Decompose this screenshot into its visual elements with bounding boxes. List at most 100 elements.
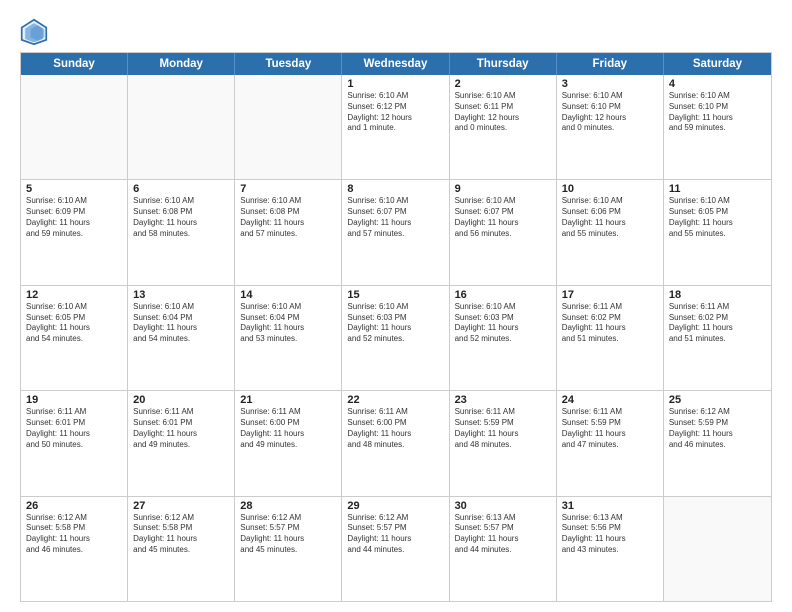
calendar-empty-cell [235,75,342,179]
day-number: 22 [347,394,443,406]
day-number: 19 [26,394,122,406]
day-number: 5 [26,183,122,195]
day-info: Sunrise: 6:12 AM Sunset: 5:57 PM Dayligh… [347,513,443,556]
calendar: SundayMondayTuesdayWednesdayThursdayFrid… [20,52,772,602]
day-info: Sunrise: 6:13 AM Sunset: 5:57 PM Dayligh… [455,513,551,556]
day-info: Sunrise: 6:11 AM Sunset: 6:01 PM Dayligh… [133,407,229,450]
calendar-day-21: 21Sunrise: 6:11 AM Sunset: 6:00 PM Dayli… [235,391,342,495]
day-info: Sunrise: 6:10 AM Sunset: 6:07 PM Dayligh… [455,196,551,239]
calendar-day-3: 3Sunrise: 6:10 AM Sunset: 6:10 PM Daylig… [557,75,664,179]
calendar-day-5: 5Sunrise: 6:10 AM Sunset: 6:09 PM Daylig… [21,180,128,284]
day-info: Sunrise: 6:10 AM Sunset: 6:11 PM Dayligh… [455,91,551,134]
calendar-day-2: 2Sunrise: 6:10 AM Sunset: 6:11 PM Daylig… [450,75,557,179]
header-day-thursday: Thursday [450,53,557,75]
day-number: 11 [669,183,766,195]
calendar-day-31: 31Sunrise: 6:13 AM Sunset: 5:56 PM Dayli… [557,497,664,601]
day-info: Sunrise: 6:11 AM Sunset: 6:01 PM Dayligh… [26,407,122,450]
calendar-row-5: 26 Sunrise: 6:12 AM Sunset: 5:58 PM Dayli… [21,497,771,601]
day-number: 7 [240,183,336,195]
calendar-day-13: 13Sunrise: 6:10 AM Sunset: 6:04 PM Dayli… [128,286,235,390]
calendar-day-15: 15Sunrise: 6:10 AM Sunset: 6:03 PM Dayli… [342,286,449,390]
logo [20,18,52,46]
calendar-day-27: 27Sunrise: 6:12 AM Sunset: 5:58 PM Dayli… [128,497,235,601]
day-info: Sunrise: 6:12 AM Sunset: 5:57 PM Dayligh… [240,513,336,556]
calendar-day-29: 29Sunrise: 6:12 AM Sunset: 5:57 PM Dayli… [342,497,449,601]
header-day-wednesday: Wednesday [342,53,449,75]
day-number: 12 [26,289,122,301]
day-info: Sunrise: 6:10 AM Sunset: 6:10 PM Dayligh… [562,91,658,134]
day-number: 27 [133,500,229,512]
day-number: 21 [240,394,336,406]
header-day-tuesday: Tuesday [235,53,342,75]
day-number: 17 [562,289,658,301]
day-info: Sunrise: 6:10 AM Sunset: 6:06 PM Dayligh… [562,196,658,239]
day-info: Sunrise: 6:11 AM Sunset: 6:02 PM Dayligh… [562,302,658,345]
day-number: 1 [347,78,443,90]
day-info: Sunrise: 6:11 AM Sunset: 6:02 PM Dayligh… [669,302,766,345]
calendar-day-16: 16Sunrise: 6:10 AM Sunset: 6:03 PM Dayli… [450,286,557,390]
day-info: Sunrise: 6:12 AM Sunset: 5:59 PM Dayligh… [669,407,766,450]
calendar-day-11: 11Sunrise: 6:10 AM Sunset: 6:05 PM Dayli… [664,180,771,284]
calendar-day-4: 4Sunrise: 6:10 AM Sunset: 6:10 PM Daylig… [664,75,771,179]
calendar-day-25: 25Sunrise: 6:12 AM Sunset: 5:59 PM Dayli… [664,391,771,495]
calendar-day-6: 6Sunrise: 6:10 AM Sunset: 6:08 PM Daylig… [128,180,235,284]
day-number: 20 [133,394,229,406]
day-info: Sunrise: 6:11 AM Sunset: 5:59 PM Dayligh… [562,407,658,450]
day-number: 29 [347,500,443,512]
calendar-day-30: 30Sunrise: 6:13 AM Sunset: 5:57 PM Dayli… [450,497,557,601]
day-info: Sunrise: 6:11 AM Sunset: 6:00 PM Dayligh… [240,407,336,450]
calendar-day-23: 23Sunrise: 6:11 AM Sunset: 5:59 PM Dayli… [450,391,557,495]
calendar-row-1: 1Sunrise: 6:10 AM Sunset: 6:12 PM Daylig… [21,75,771,180]
calendar-empty-cell [21,75,128,179]
day-info: Sunrise: 6:12 AM Sunset: 5:58 PM Dayligh… [133,513,229,556]
day-info: Sunrise: 6:10 AM Sunset: 6:08 PM Dayligh… [133,196,229,239]
calendar-empty-cell [664,497,771,601]
day-number: 2 [455,78,551,90]
day-info: Sunrise: 6:10 AM Sunset: 6:03 PM Dayligh… [455,302,551,345]
calendar-body: 1Sunrise: 6:10 AM Sunset: 6:12 PM Daylig… [21,75,771,601]
day-number: 30 [455,500,551,512]
day-number: 23 [455,394,551,406]
calendar-day-12: 12Sunrise: 6:10 AM Sunset: 6:05 PM Dayli… [21,286,128,390]
day-info: Sunrise: 6:13 AM Sunset: 5:56 PM Dayligh… [562,513,658,556]
calendar-day-9: 9Sunrise: 6:10 AM Sunset: 6:07 PM Daylig… [450,180,557,284]
day-number: 15 [347,289,443,301]
day-info: Sunrise: 6:11 AM Sunset: 6:00 PM Dayligh… [347,407,443,450]
day-number: 6 [133,183,229,195]
calendar-row-4: 19Sunrise: 6:11 AM Sunset: 6:01 PM Dayli… [21,391,771,496]
page-header [20,18,772,46]
day-number: 26 [26,500,122,512]
calendar-day-8: 8Sunrise: 6:10 AM Sunset: 6:07 PM Daylig… [342,180,449,284]
day-info: Sunrise: 6:10 AM Sunset: 6:09 PM Dayligh… [26,196,122,239]
day-number: 18 [669,289,766,301]
day-info: Sunrise: 6:11 AM Sunset: 5:59 PM Dayligh… [455,407,551,450]
calendar-header: SundayMondayTuesdayWednesdayThursdayFrid… [21,53,771,75]
header-day-monday: Monday [128,53,235,75]
calendar-day-7: 7Sunrise: 6:10 AM Sunset: 6:08 PM Daylig… [235,180,342,284]
day-number: 3 [562,78,658,90]
day-info: Sunrise: 6:10 AM Sunset: 6:05 PM Dayligh… [26,302,122,345]
day-number: 4 [669,78,766,90]
day-info: Sunrise: 6:10 AM Sunset: 6:08 PM Dayligh… [240,196,336,239]
header-day-saturday: Saturday [664,53,771,75]
calendar-day-20: 20Sunrise: 6:11 AM Sunset: 6:01 PM Dayli… [128,391,235,495]
header-day-sunday: Sunday [21,53,128,75]
day-number: 10 [562,183,658,195]
calendar-row-2: 5Sunrise: 6:10 AM Sunset: 6:09 PM Daylig… [21,180,771,285]
day-info: Sunrise: 6:10 AM Sunset: 6:04 PM Dayligh… [240,302,336,345]
calendar-day-19: 19Sunrise: 6:11 AM Sunset: 6:01 PM Dayli… [21,391,128,495]
day-number: 9 [455,183,551,195]
calendar-day-24: 24Sunrise: 6:11 AM Sunset: 5:59 PM Dayli… [557,391,664,495]
day-info: Sunrise: 6:10 AM Sunset: 6:12 PM Dayligh… [347,91,443,134]
logo-icon [20,18,48,46]
day-number: 25 [669,394,766,406]
day-info: Sunrise: 6:10 AM Sunset: 6:05 PM Dayligh… [669,196,766,239]
day-info: Sunrise: 6:10 AM Sunset: 6:10 PM Dayligh… [669,91,766,134]
day-number: 24 [562,394,658,406]
calendar-day-1: 1Sunrise: 6:10 AM Sunset: 6:12 PM Daylig… [342,75,449,179]
calendar-empty-cell [128,75,235,179]
day-number: 13 [133,289,229,301]
calendar-day-17: 17Sunrise: 6:11 AM Sunset: 6:02 PM Dayli… [557,286,664,390]
calendar-day-14: 14Sunrise: 6:10 AM Sunset: 6:04 PM Dayli… [235,286,342,390]
calendar-day-18: 18Sunrise: 6:11 AM Sunset: 6:02 PM Dayli… [664,286,771,390]
